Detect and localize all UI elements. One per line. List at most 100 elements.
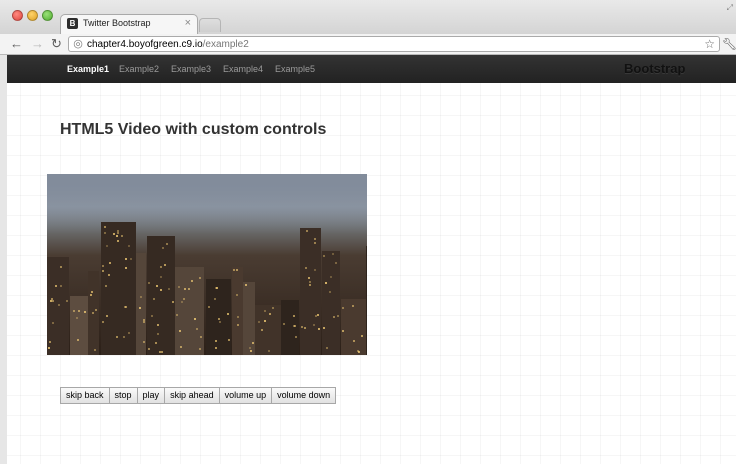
video-city-light <box>352 305 354 307</box>
video-city-light <box>236 294 238 296</box>
video-building <box>281 300 299 355</box>
video-city-light <box>342 307 344 309</box>
video-city-light <box>176 314 178 316</box>
new-tab-button[interactable] <box>199 18 221 32</box>
video-city-light <box>108 274 110 276</box>
video-city-light <box>172 301 174 303</box>
video-city-light <box>161 351 163 353</box>
skip-back-button[interactable]: skip back <box>61 388 110 403</box>
video-city-light <box>106 245 108 247</box>
video-city-light <box>143 321 145 323</box>
nav-item-example1[interactable]: Example1 <box>67 55 109 83</box>
tab-title: Twitter Bootstrap <box>83 18 151 28</box>
window-minimize-button[interactable] <box>27 10 38 21</box>
wrench-icon[interactable]: 🔧︎ <box>722 35 736 53</box>
forward-arrow-icon[interactable]: → <box>31 35 44 53</box>
video-city-light <box>78 310 80 312</box>
url-host: chapter4.boyofgreen.c9.io <box>87 39 203 50</box>
video-city-light <box>52 322 54 324</box>
window-maximize-button[interactable] <box>42 10 53 21</box>
video-city-light <box>143 341 145 343</box>
video-city-light <box>157 333 159 335</box>
video-city-light <box>116 235 118 237</box>
video-city-light <box>166 243 168 245</box>
video-city-light <box>335 262 337 264</box>
video-city-light <box>323 327 325 329</box>
video-city-light <box>314 238 316 240</box>
video-city-light <box>306 230 308 232</box>
page-margin <box>0 55 7 464</box>
video-building <box>70 296 88 355</box>
navbar-brand[interactable]: Bootstrap <box>624 55 685 83</box>
video-city-light <box>90 294 92 296</box>
video-city-light <box>157 324 159 326</box>
page-title: HTML5 Video with custom controls <box>60 121 327 138</box>
video-player[interactable] <box>47 174 367 355</box>
page-viewport: Example1 Example2 Example3 Example4 Exam… <box>0 55 736 464</box>
play-button[interactable]: play <box>137 388 166 403</box>
video-city-light <box>313 324 315 326</box>
star-icon[interactable]: ☆ <box>704 37 715 51</box>
video-city-light <box>358 351 360 353</box>
stop-button[interactable]: stop <box>109 388 138 403</box>
video-city-light <box>323 255 325 257</box>
volume-down-button[interactable]: volume down <box>272 388 336 403</box>
nav-item-example4[interactable]: Example4 <box>223 55 263 83</box>
video-city-light <box>117 240 119 242</box>
video-city-light <box>66 300 68 302</box>
video-city-light <box>139 307 141 309</box>
video-city-light <box>314 242 316 244</box>
skip-ahead-button[interactable]: skip ahead <box>165 388 220 403</box>
video-city-light <box>125 258 127 260</box>
video-city-light <box>261 329 263 331</box>
nav-item-example2[interactable]: Example2 <box>119 55 159 83</box>
video-city-light <box>208 306 210 308</box>
video-city-light <box>102 321 104 323</box>
video-city-light <box>183 298 185 300</box>
video-city-light <box>233 269 235 271</box>
video-city-light <box>337 315 339 317</box>
video-city-light <box>123 336 125 338</box>
url-text: chapter4.boyofgreen.c9.io/example2 <box>87 38 249 51</box>
video-city-light <box>160 266 162 268</box>
video-city-light <box>156 285 158 287</box>
fullscreen-icon[interactable]: ⤢ <box>727 3 733 13</box>
nav-item-example5[interactable]: Example5 <box>275 55 315 83</box>
video-city-light <box>249 347 251 349</box>
video-building <box>136 253 146 355</box>
video-city-light <box>124 306 126 308</box>
window-close-button[interactable] <box>12 10 23 21</box>
back-arrow-icon[interactable]: ← <box>10 35 23 53</box>
video-city-light <box>330 276 332 278</box>
video-city-light <box>84 311 86 313</box>
video-city-light <box>128 245 130 247</box>
video-building <box>341 299 366 355</box>
video-city-light <box>309 284 311 286</box>
address-bar[interactable]: ◎ chapter4.boyofgreen.c9.io/example2 ☆ <box>68 36 720 52</box>
nav-item-example3[interactable]: Example3 <box>171 55 211 83</box>
video-city-light <box>168 288 170 290</box>
video-building <box>101 222 136 355</box>
reload-icon[interactable]: ↻ <box>51 35 62 53</box>
browser-tab[interactable]: B Twitter Bootstrap × <box>60 14 198 34</box>
url-path: /example2 <box>202 39 249 50</box>
volume-up-button[interactable]: volume up <box>219 388 273 403</box>
video-city-light <box>227 313 229 315</box>
video-city-light <box>148 282 150 284</box>
video-city-light <box>148 348 150 350</box>
video-city-light <box>218 318 220 320</box>
video-city-light <box>105 285 107 287</box>
video-city-light <box>326 347 328 349</box>
video-city-light <box>117 232 119 234</box>
video-building <box>147 236 175 355</box>
video-city-light <box>160 289 162 291</box>
video-city-light <box>194 318 196 320</box>
video-city-light <box>264 310 266 312</box>
tab-close-icon[interactable]: × <box>185 17 191 29</box>
video-city-light <box>77 339 79 341</box>
video-city-light <box>178 286 180 288</box>
video-city-light <box>76 317 78 319</box>
video-city-light <box>215 340 217 342</box>
video-building <box>366 246 367 355</box>
video-city-light <box>332 253 334 255</box>
